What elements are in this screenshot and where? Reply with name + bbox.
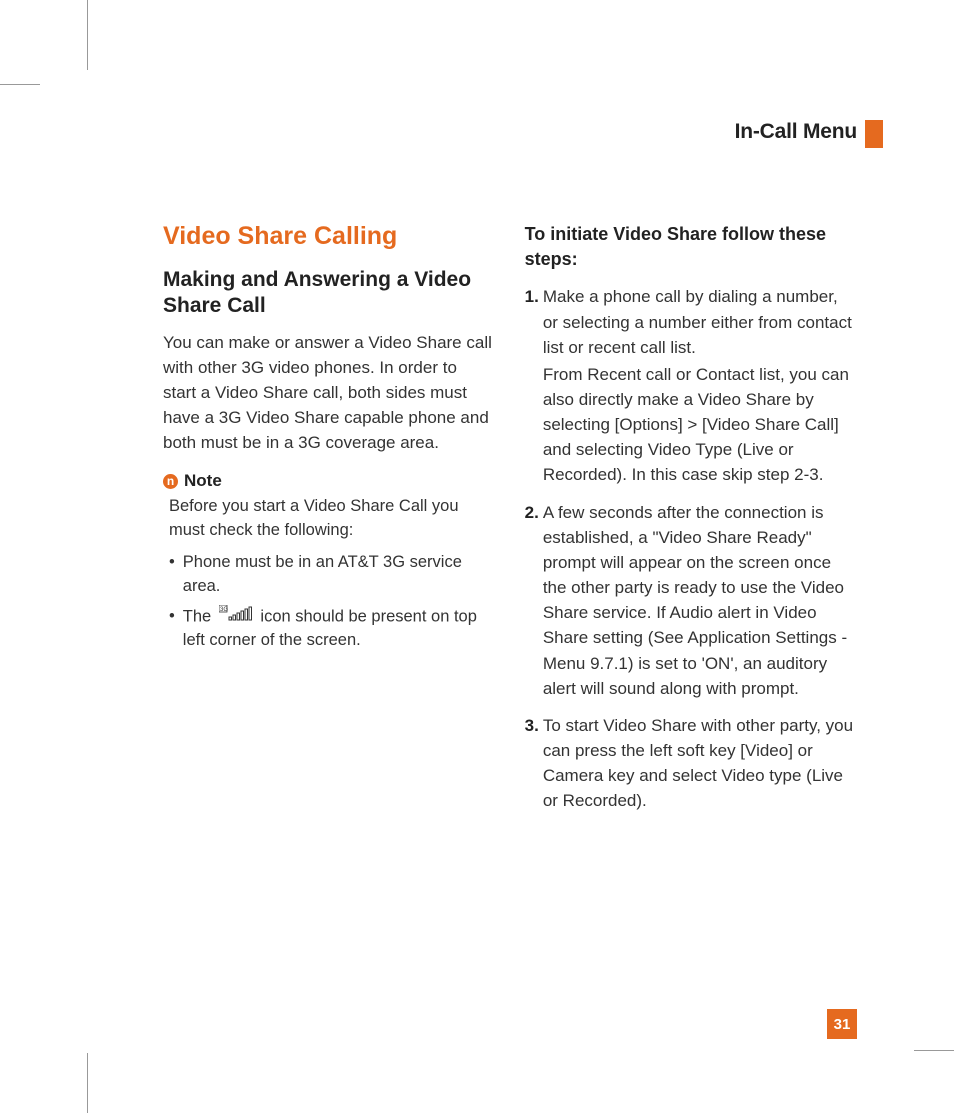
steps-list: 1. Make a phone call by dialing a number… — [525, 284, 857, 813]
step-text: Make a phone call by dialing a number, o… — [543, 287, 852, 356]
crop-mark — [914, 1050, 954, 1051]
step-item: 2. A few seconds after the connection is… — [525, 500, 857, 701]
crop-mark — [0, 84, 40, 85]
bullet-item: Phone must be in an AT&T 3G service area… — [169, 551, 493, 599]
topic-heading: Video Share Calling — [163, 222, 493, 251]
right-column: To initiate Video Share follow these ste… — [525, 222, 857, 1049]
note-icon: n — [163, 474, 178, 489]
manual-page: In-Call Menu Video Share Calling Making … — [87, 84, 931, 1049]
crop-mark — [87, 0, 88, 70]
body-paragraph: You can make or answer a Video Share cal… — [163, 330, 493, 456]
step-subtext: From Recent call or Contact list, you ca… — [543, 362, 857, 488]
note-block: n Note Before you start a Video Share Ca… — [163, 471, 493, 653]
page-number-badge: 31 — [827, 1009, 857, 1039]
step-text: To start Video Share with other party, y… — [543, 713, 857, 814]
step-number: 3. — [525, 713, 539, 814]
note-header: n Note — [163, 471, 493, 491]
header-accent-tab — [865, 120, 883, 148]
steps-heading: To initiate Video Share follow these ste… — [525, 222, 857, 272]
step-number: 2. — [525, 500, 539, 701]
crop-mark — [87, 1053, 88, 1113]
two-column-content: Video Share Calling Making and Answering… — [163, 222, 857, 1049]
step-item: 1. Make a phone call by dialing a number… — [525, 284, 857, 487]
note-body: Before you start a Video Share Call you … — [163, 495, 493, 543]
signal-3g-icon: 3G — [219, 605, 253, 629]
note-title: Note — [184, 471, 222, 491]
page-number: 31 — [834, 1016, 851, 1033]
bullet-item: The 3G — [169, 605, 493, 653]
step-item: 3. To start Video Share with other party… — [525, 713, 857, 814]
left-column: Video Share Calling Making and Answering… — [163, 222, 493, 1049]
svg-text:3G: 3G — [220, 607, 228, 613]
section-title: In-Call Menu — [735, 120, 857, 143]
step-text: A few seconds after the connection is es… — [543, 500, 857, 701]
step-number: 1. — [525, 284, 539, 487]
note-bullets: Phone must be in an AT&T 3G service area… — [163, 551, 493, 653]
sub-heading: Making and Answering a Video Share Call — [163, 267, 493, 320]
page-header: In-Call Menu — [735, 120, 857, 144]
